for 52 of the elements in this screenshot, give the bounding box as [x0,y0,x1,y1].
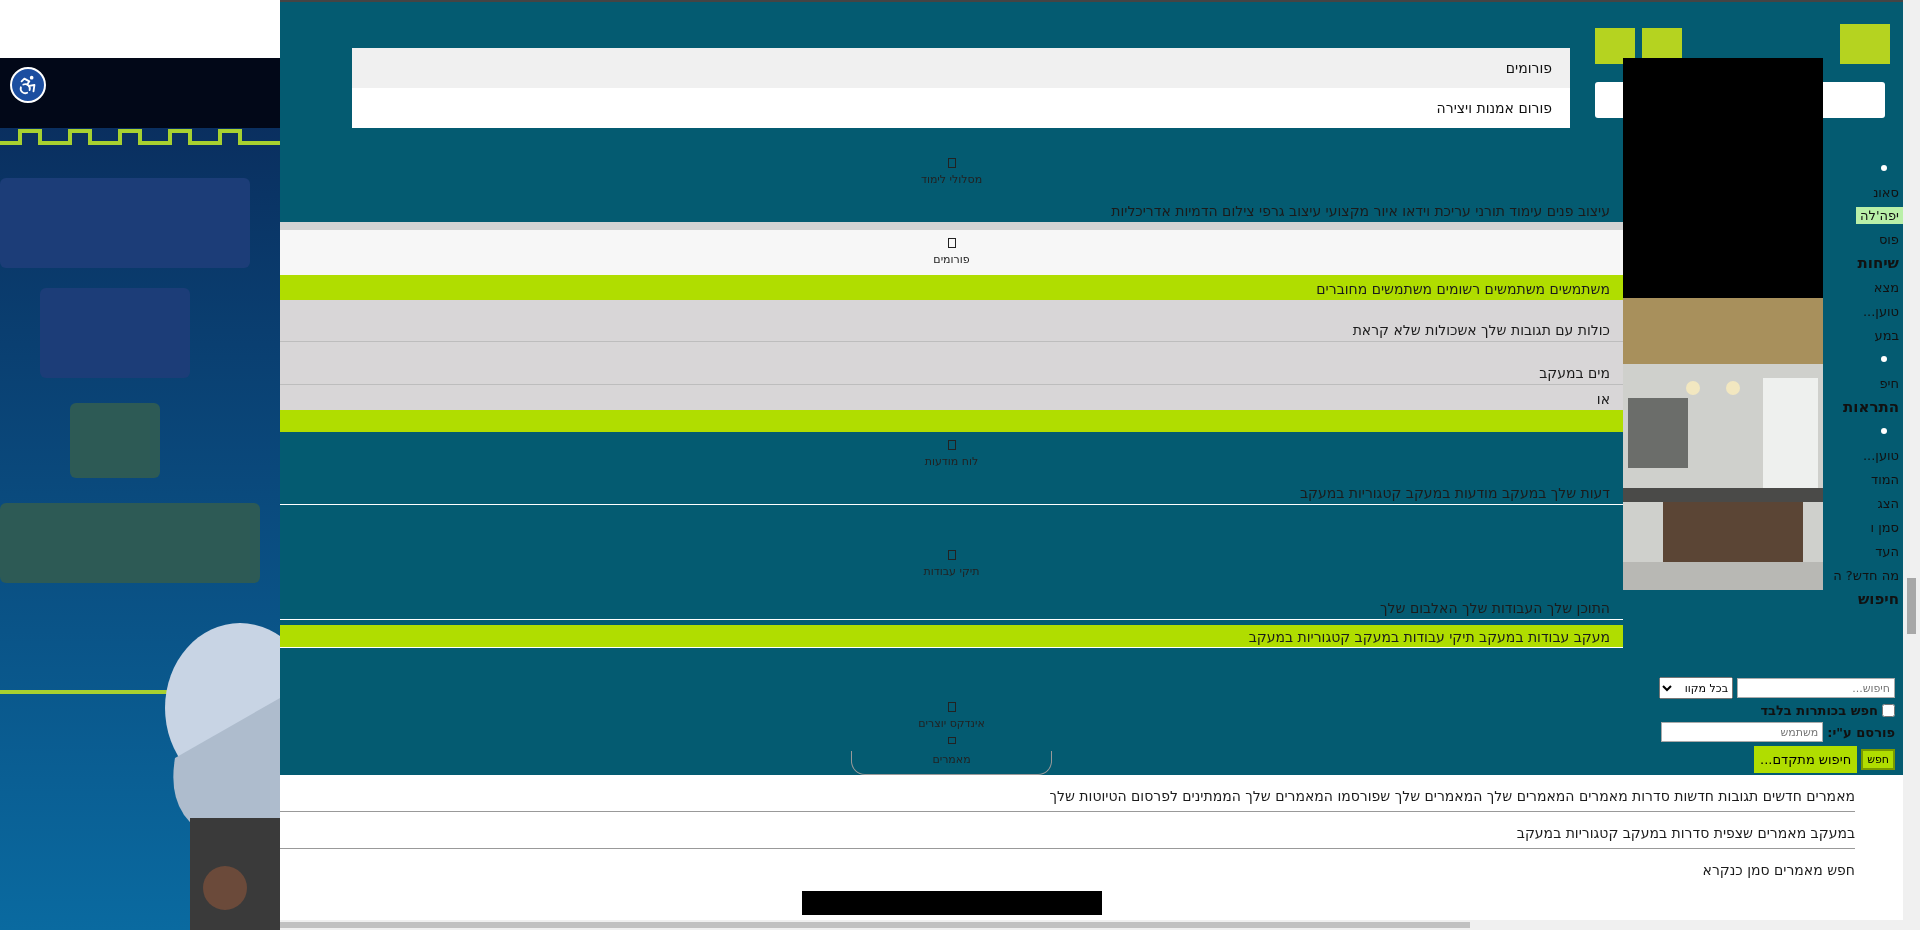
bullet-icon [1881,356,1887,362]
section-heading: שיחות [1856,253,1900,274]
scope-select[interactable]: בכל מקוו [1659,677,1733,699]
link-list: חפש מאמרים סמן כנקרא [1702,862,1855,878]
link-list: במעקב מאמרים שצפית סדרות במעקב קטגוריות במעקב [1516,825,1855,841]
side-text: במע [1873,326,1900,345]
link-list: או [1596,391,1623,410]
side-text: פוס [1877,230,1900,249]
menu-item[interactable]: פורומים [352,48,1570,88]
side-text: מה חדש? ה [1832,566,1900,585]
glyph-icon [947,440,956,450]
author-label: פורסם ע"י: [1827,724,1895,740]
section-heading: התראות [1842,397,1900,418]
glyph-icon [947,238,956,248]
nav-link[interactable]: מסלולי לימוד [920,173,983,186]
checkbox-label: חפש בכותרות בלבד [1760,703,1878,718]
search-field[interactable]: חיפוש... [1737,678,1895,698]
link-list: מעקב עבודות במעקב תיקי עבודות במעקב קטגוריות במעקב [1248,629,1623,648]
vertical-scrollbar[interactable] [1903,0,1920,930]
link-list: מים במעקב [1539,365,1623,384]
author-field[interactable]: משתמש [1661,722,1824,742]
side-text: סאונ [1872,183,1900,202]
nav-link[interactable]: לוח מודעות [924,455,979,468]
link-list: מאמרים חדשים תגובות חדשות סדרות מאמרים המאמרים שלך המאמרים שלך שפורסמו המאמרים שלך הממתינים לפרסום הטיוטות שלך [1049,788,1855,804]
menu-link[interactable]: הצג [1823,491,1903,515]
link-list: התוכן שלך העבודות שלך האלבום שלך [1380,600,1623,619]
bullet-icon [1881,165,1887,171]
link-list: כולות עם תגובות שלך אשכולות שלא קראת [1352,322,1623,341]
side-text: טוען... [1861,302,1900,321]
side-text: חיפ [1878,374,1900,393]
glyph-icon [947,158,956,168]
menu-link[interactable]: סמן ו [1823,515,1903,539]
bullet-icon [1881,428,1887,434]
nav-link[interactable]: תיקי עבודות [923,565,980,578]
titles-checkbox[interactable] [1882,704,1895,717]
link-list: דעות שלך במעקב מודעות במעקב קטגוריות במעקב [1299,485,1623,504]
search-button[interactable]: חפש [1861,749,1895,770]
glyph-icon [947,550,956,560]
side-text: טוען... [1861,446,1900,465]
link-list: משתמשים משתמשים רשומים משתמשים מחוברים [1316,281,1623,300]
menu-link[interactable]: העד [1823,539,1903,563]
user-name: יפה'לה [1856,207,1903,224]
horizontal-scrollbar[interactable] [280,920,1903,930]
glyph-icon [947,737,956,744]
side-text: מצא [1872,278,1900,297]
link-list: עיצוב פנים עימוד תורני עריכת וידאו איור מקצועי עיצוב גרפי צילום הדמיות אדריכליות [1111,203,1623,222]
section-heading: חיפוש [1856,589,1900,610]
glyph-icon [947,702,956,712]
side-text: המוד [1870,470,1900,489]
nav-link[interactable]: פורומים [933,253,970,266]
advanced-search-button[interactable]: חיפוש מתקדם... [1754,746,1858,773]
nav-link[interactable]: אינדקס יוצרים [918,717,985,730]
